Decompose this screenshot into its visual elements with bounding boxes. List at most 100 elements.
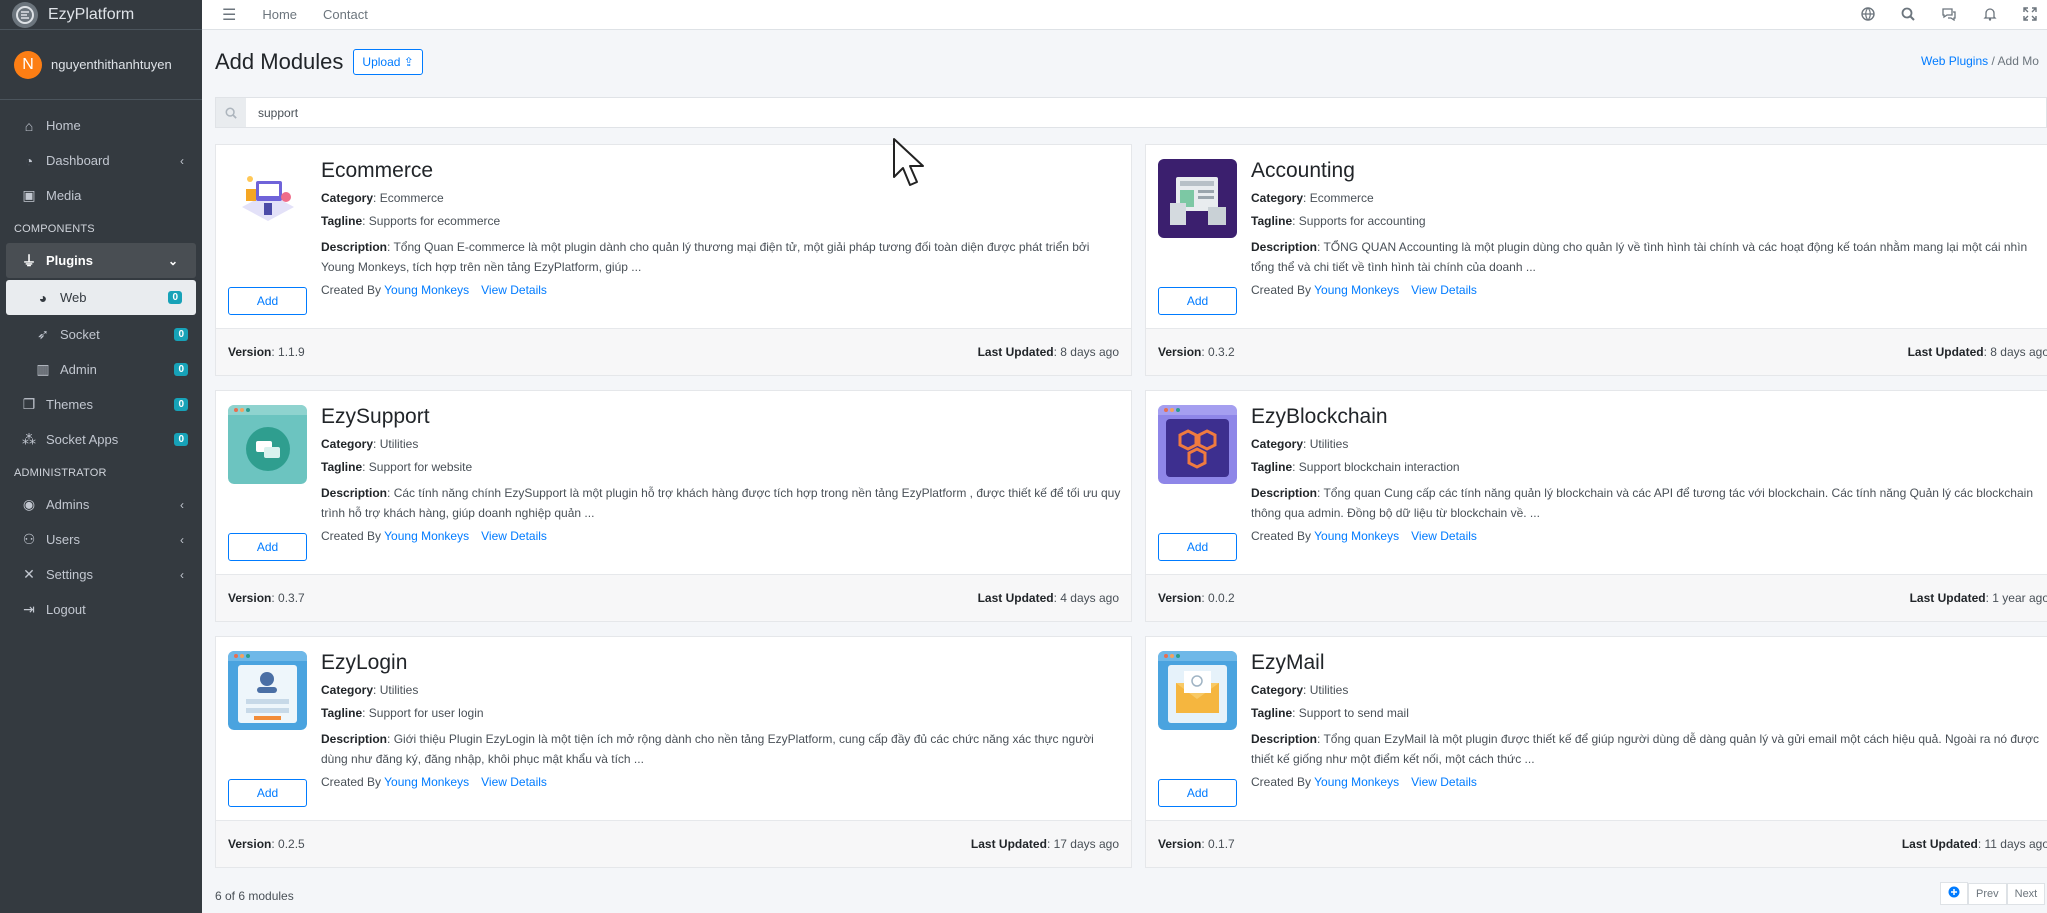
module-created-by: Created By Young Monkeys View Details bbox=[1251, 775, 2047, 789]
nav-link-home[interactable]: Home bbox=[262, 7, 297, 22]
next-button[interactable]: Next bbox=[2006, 882, 2046, 905]
avatar: N bbox=[14, 50, 42, 79]
add-button[interactable]: Add bbox=[1158, 779, 1237, 807]
author-link[interactable]: Young Monkeys bbox=[384, 775, 469, 789]
module-card-accounting: Add Accounting Category: Ecommerce Tagli… bbox=[1145, 144, 2047, 376]
view-details-link[interactable]: View Details bbox=[481, 529, 547, 543]
module-info: Ecommerce Category: Ecommerce Tagline: S… bbox=[321, 159, 1121, 297]
module-card-ezylogin: Add EzyLogin Category: Utilities Tagline… bbox=[215, 636, 1132, 868]
refresh-icon[interactable] bbox=[1940, 882, 1968, 905]
sidebar-item-media[interactable]: ▣ Media bbox=[0, 178, 202, 213]
view-details-link[interactable]: View Details bbox=[481, 775, 547, 789]
ezyplatform-logo-icon bbox=[12, 1, 38, 28]
navbar-icons bbox=[1861, 0, 2037, 30]
add-button[interactable]: Add bbox=[228, 287, 307, 315]
sidebar: EzyPlatform N nguyenthithanhtuyen ⌂ Home… bbox=[0, 0, 202, 913]
add-button[interactable]: Add bbox=[228, 533, 307, 561]
category-value: Ecommerce bbox=[1309, 191, 1374, 205]
sidebar-item-label: Home bbox=[46, 118, 81, 133]
sidebar-item-users[interactable]: ⚇ Users ‹ bbox=[0, 522, 202, 557]
fullscreen-icon[interactable] bbox=[2023, 6, 2037, 24]
menu-icon[interactable]: ☰ bbox=[222, 5, 236, 25]
module-card-ezysupport: Add EzySupport Category: Utilities Tagli… bbox=[215, 390, 1132, 622]
version-label: Version bbox=[1158, 837, 1202, 851]
sidebar-item-admins[interactable]: ◉ Admins ‹ bbox=[0, 487, 202, 522]
sidebar-item-label: Socket Apps bbox=[46, 432, 119, 447]
author-link[interactable]: Young Monkeys bbox=[1314, 529, 1399, 543]
user-panel[interactable]: N nguyenthithanhtuyen bbox=[0, 30, 202, 100]
add-button[interactable]: Add bbox=[1158, 287, 1237, 315]
sidebar-item-label: Web bbox=[60, 290, 87, 305]
module-description: Description: Các tính năng chính EzySupp… bbox=[321, 486, 1121, 520]
users-icon: ⚇ bbox=[22, 531, 36, 547]
author-link[interactable]: Young Monkeys bbox=[1314, 775, 1399, 789]
author-link[interactable]: Young Monkeys bbox=[384, 283, 469, 297]
version-value: 1.1.9 bbox=[278, 345, 305, 359]
search-icon[interactable] bbox=[1901, 7, 1915, 24]
description-label: Description bbox=[321, 486, 388, 500]
view-details-link[interactable]: View Details bbox=[1411, 775, 1477, 789]
search-input[interactable]: support bbox=[258, 106, 298, 120]
view-details-link[interactable]: View Details bbox=[1411, 529, 1477, 543]
sidebar-item-dashboard[interactable]: ◔ Dashboard ‹ bbox=[0, 143, 202, 178]
pagination: Prev Next bbox=[1940, 882, 2046, 905]
comments-icon[interactable] bbox=[1941, 7, 1957, 24]
module-category: Category: Utilities bbox=[321, 683, 419, 697]
sidebar-item-socket[interactable]: ➶ Socket 0 bbox=[0, 317, 202, 352]
sidebar-item-logout[interactable]: ⇥ Logout bbox=[0, 592, 202, 627]
sidebar-item-plugins[interactable]: ⏚ Plugins ⌄ bbox=[6, 243, 196, 278]
add-button[interactable]: Add bbox=[228, 779, 307, 807]
brand[interactable]: EzyPlatform bbox=[0, 0, 202, 30]
sidebar-item-web[interactable]: ◕ Web 0 bbox=[6, 280, 196, 315]
globe-icon[interactable] bbox=[1861, 6, 1875, 24]
sidebar-item-label: Admin bbox=[60, 362, 97, 377]
last-updated-label: Last Updated bbox=[977, 345, 1054, 359]
sidebar-item-label: Themes bbox=[46, 397, 93, 412]
sidebar-item-home[interactable]: ⌂ Home bbox=[0, 108, 202, 143]
search-bar[interactable]: support bbox=[215, 97, 2047, 128]
category-label: Category bbox=[1251, 683, 1304, 697]
module-version: Version: 0.3.7 bbox=[228, 591, 305, 605]
count-badge: 0 bbox=[174, 398, 188, 411]
last-updated-label: Last Updated bbox=[1901, 837, 1978, 851]
module-created-by: Created By Young Monkeys View Details bbox=[321, 283, 1121, 297]
module-tagline: Tagline: Supports for ecommerce bbox=[321, 214, 501, 228]
module-created-by: Created By Young Monkeys View Details bbox=[1251, 529, 2047, 543]
upload-button[interactable]: Upload ⇪ bbox=[353, 49, 423, 75]
last-updated-label: Last Updated bbox=[1907, 345, 1984, 359]
view-details-link[interactable]: View Details bbox=[481, 283, 547, 297]
logout-icon: ⇥ bbox=[23, 601, 35, 617]
module-name: EzySupport bbox=[321, 405, 430, 428]
author-link[interactable]: Young Monkeys bbox=[384, 529, 469, 543]
module-thumbnail bbox=[1158, 405, 1237, 484]
search-icon[interactable] bbox=[216, 98, 246, 127]
breadcrumb-link-web-plugins[interactable]: Web Plugins bbox=[1921, 54, 1988, 68]
prev-button[interactable]: Prev bbox=[1968, 882, 2007, 905]
module-version: Version: 0.2.5 bbox=[228, 837, 305, 851]
version-label: Version bbox=[1158, 591, 1202, 605]
tagline-value: Support blockchain interaction bbox=[1298, 460, 1460, 474]
nav-link-contact[interactable]: Contact bbox=[323, 7, 368, 22]
mouse-cursor-icon bbox=[893, 138, 924, 186]
sidebar-item-themes[interactable]: ❐ Themes 0 bbox=[0, 387, 202, 422]
version-value: 0.3.2 bbox=[1208, 345, 1235, 359]
view-details-link[interactable]: View Details bbox=[1411, 283, 1477, 297]
author-link[interactable]: Young Monkeys bbox=[1314, 283, 1399, 297]
module-thumbnail bbox=[1158, 651, 1237, 730]
module-name: Ecommerce bbox=[321, 159, 434, 182]
sidebar-item-settings[interactable]: ✕ Settings ‹ bbox=[0, 557, 202, 592]
version-label: Version bbox=[228, 345, 272, 359]
add-button[interactable]: Add bbox=[1158, 533, 1237, 561]
module-category: Category: Ecommerce bbox=[1251, 191, 1374, 205]
module-footer: Version: 0.3.2 Last Updated: 8 days ago bbox=[1146, 328, 2047, 375]
bell-icon[interactable] bbox=[1983, 7, 1997, 24]
tagline-label: Tagline bbox=[321, 214, 363, 228]
sidebar-item-label: Media bbox=[46, 188, 82, 203]
count-badge: 0 bbox=[174, 363, 188, 376]
rocket-icon: ➶ bbox=[37, 326, 49, 342]
module-footer: Version: 0.1.7 Last Updated: 11 days ago bbox=[1146, 820, 2047, 867]
tagline-label: Tagline bbox=[1251, 460, 1293, 474]
sidebar-item-label: Plugins bbox=[46, 253, 93, 268]
sidebar-item-admin[interactable]: ▥ Admin 0 bbox=[0, 352, 202, 387]
sidebar-item-socket-apps[interactable]: ⁂ Socket Apps 0 bbox=[0, 422, 202, 457]
